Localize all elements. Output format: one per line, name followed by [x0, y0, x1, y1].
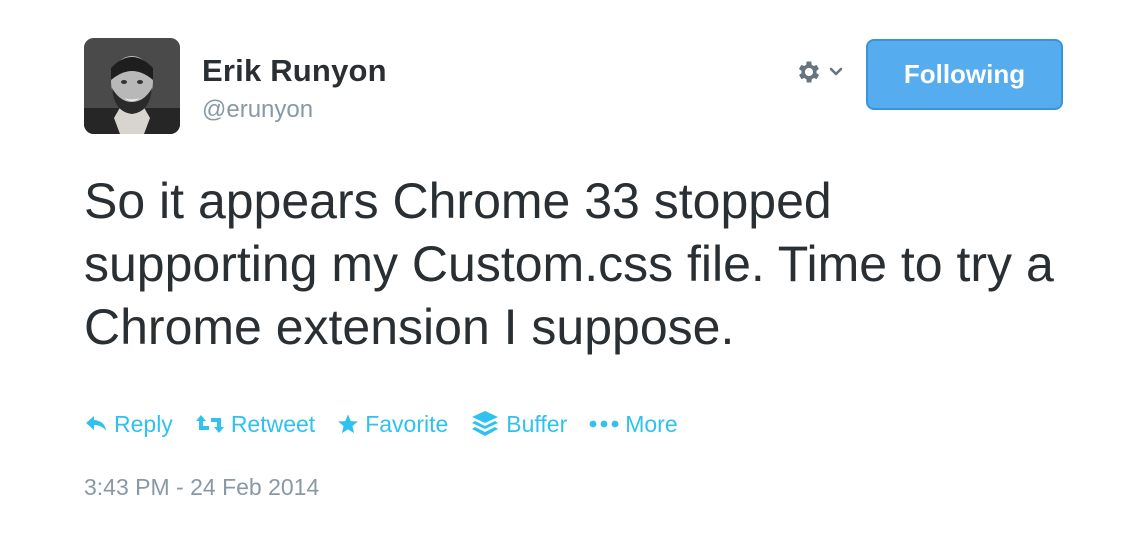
tweet-actions: Reply Retweet Favorite Buffer More: [84, 410, 700, 438]
gear-icon: [798, 61, 820, 83]
tweet-timestamp[interactable]: 3:43 PM - 24 Feb 2014: [84, 474, 319, 501]
star-icon: [338, 414, 359, 434]
chevron-down-icon: [829, 67, 843, 76]
more-label: More: [625, 410, 678, 437]
reply-button[interactable]: Reply: [84, 411, 173, 438]
retweet-label: Retweet: [230, 410, 316, 437]
buffer-label: Buffer: [506, 410, 568, 437]
retweet-button[interactable]: Retweet: [195, 411, 315, 438]
more-dots-icon: [589, 420, 619, 428]
buffer-icon: [472, 411, 499, 436]
author-name[interactable]: Erik Runyon: [202, 53, 387, 89]
more-button[interactable]: More: [589, 410, 678, 438]
user-actions-dropdown[interactable]: [795, 58, 843, 86]
author-handle[interactable]: @erunyon: [202, 96, 313, 124]
avatar-photo: [84, 38, 180, 134]
buffer-button[interactable]: Buffer: [470, 410, 567, 438]
favorite-label: Favorite: [365, 410, 449, 437]
avatar[interactable]: [84, 38, 180, 134]
following-button[interactable]: Following: [866, 39, 1063, 110]
reply-label: Reply: [114, 410, 173, 437]
favorite-button[interactable]: Favorite: [337, 411, 448, 438]
tweet-text: So it appears Chrome 33 stopped supporti…: [84, 173, 1054, 355]
reply-icon: [86, 416, 106, 431]
retweet-icon: [195, 415, 224, 433]
